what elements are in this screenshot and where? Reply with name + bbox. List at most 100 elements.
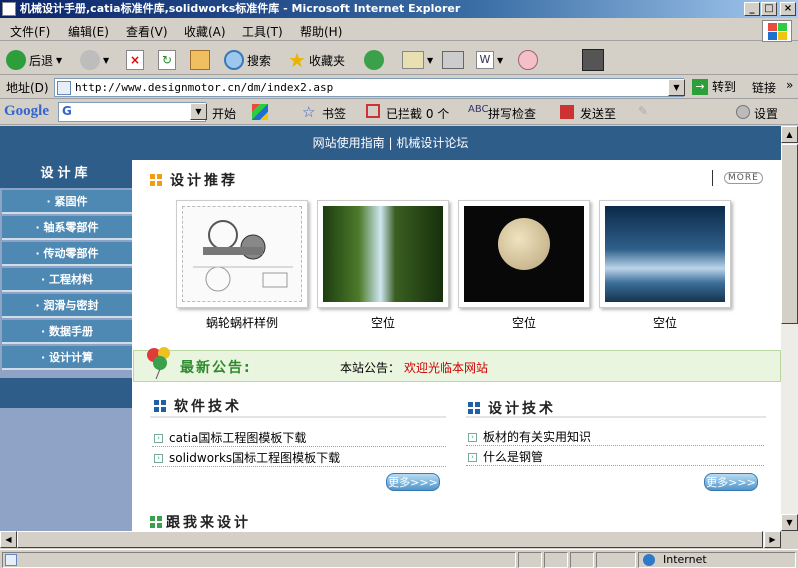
google-search-dropdown[interactable]: ▼	[190, 103, 207, 120]
horizontal-scrollbar[interactable]: ◀ ▶	[0, 531, 781, 548]
mail-button[interactable]: ▼	[402, 49, 433, 71]
caption-empty-2[interactable]: 空位	[458, 314, 590, 331]
software-link-catia[interactable]: › catia国标工程图模板下载	[154, 429, 306, 446]
address-dropdown-button[interactable]: ▼	[668, 79, 685, 96]
edit-button[interactable]: W ▼	[476, 49, 503, 71]
go-arrow-icon: →	[692, 78, 708, 95]
design-more-button[interactable]: 更多>>>	[704, 473, 758, 491]
close-button[interactable]: ×	[780, 2, 796, 16]
recommend-title: 设计推荐	[170, 173, 238, 189]
go-button[interactable]: → 转到	[692, 78, 736, 95]
scroll-right-button[interactable]: ▶	[764, 531, 781, 548]
send-icon	[560, 105, 574, 119]
divider	[466, 445, 764, 446]
top-nav[interactable]: 网站使用指南 | 机械设计论坛	[0, 126, 781, 160]
messenger-button[interactable]	[518, 49, 538, 71]
maximize-button[interactable]: □	[761, 2, 777, 16]
sidebar-item-data-manual[interactable]: · 数据手册	[2, 320, 132, 344]
forward-button[interactable]: ▼	[80, 49, 109, 71]
menu-help[interactable]: 帮助(H)	[300, 23, 342, 40]
gear-sketch-icon	[193, 220, 293, 292]
page-icon	[5, 554, 17, 566]
sidebar-item-lubrication[interactable]: · 润滑与密封	[2, 294, 132, 318]
scroll-left-button[interactable]: ◀	[0, 531, 17, 548]
scroll-corner	[781, 531, 798, 548]
status-bar: Internet	[0, 549, 798, 568]
thumb-waterfall[interactable]	[317, 200, 449, 308]
thumb-moon[interactable]	[458, 200, 590, 308]
standard-toolbar: 后退 ▼ ▼ × ↻ 搜索 ★ 收藏夹 ▼ W ▼	[0, 43, 798, 75]
extension-icon	[582, 49, 604, 71]
sidebar-item-calculation[interactable]: · 设计计算	[2, 346, 132, 370]
link-text: 什么是钢管	[483, 450, 544, 464]
vertical-scrollbar[interactable]: ▲ ▼	[781, 126, 798, 531]
chevron-down-icon: ▼	[103, 55, 110, 65]
search-label: 搜索	[247, 53, 272, 68]
follow-header: 跟我来设计	[150, 512, 251, 531]
caption-empty-3[interactable]: 空位	[599, 314, 731, 331]
sidebar-item-shaft-parts[interactable]: · 轴系零部件	[2, 216, 132, 240]
scroll-thumb[interactable]	[781, 144, 798, 324]
grid-icon	[154, 400, 166, 412]
arrow-icon: ›	[154, 434, 163, 443]
stop-button[interactable]: ×	[126, 49, 144, 71]
google-logo: Google	[4, 103, 49, 119]
print-button[interactable]	[442, 49, 464, 71]
sidebar-item-fasteners[interactable]: · 紧固件	[2, 190, 132, 214]
extension-button[interactable]	[582, 49, 604, 71]
software-link-solidworks[interactable]: › solidworks国标工程图模板下载	[154, 449, 340, 466]
home-icon	[190, 50, 210, 70]
sidebar-item-transmission-parts[interactable]: · 传动零部件	[2, 242, 132, 266]
hscroll-thumb[interactable]	[17, 531, 763, 548]
settings-button[interactable]: 设置	[754, 105, 778, 122]
minimize-button[interactable]: _	[744, 2, 760, 16]
google-search-input[interactable]: G	[58, 102, 206, 122]
chevron-down-icon: ▼	[427, 55, 434, 65]
menu-favorites[interactable]: 收藏(A)	[184, 23, 226, 40]
notice-text[interactable]: 欢迎光临本网站	[404, 359, 488, 376]
menu-file[interactable]: 文件(F)	[10, 23, 50, 40]
caption-worm-gear[interactable]: 蜗轮蜗杆样例	[176, 314, 308, 331]
bookmark-star-icon: ☆	[302, 103, 316, 121]
notice-title: 最新公告:	[180, 360, 252, 376]
back-button[interactable]: 后退 ▼	[6, 49, 62, 71]
software-more-button[interactable]: 更多>>>	[386, 473, 440, 491]
link-text: solidworks国标工程图模板下载	[169, 451, 341, 465]
scroll-up-button[interactable]: ▲	[781, 126, 798, 143]
search-button[interactable]: 搜索	[224, 49, 271, 71]
sidebar-item-materials[interactable]: · 工程材料	[2, 268, 132, 292]
bookmarks-button[interactable]: 书签	[322, 105, 346, 122]
favorites-button[interactable]: ★ 收藏夹	[288, 48, 345, 72]
send-to-button[interactable]: 发送至	[580, 105, 616, 122]
page-viewport: 网站使用指南 | 机械设计论坛 设计库 · 紧固件 · 轴系零部件 · 传动零部…	[0, 126, 781, 531]
menu-view[interactable]: 查看(V)	[126, 23, 168, 40]
menu-tools[interactable]: 工具(T)	[242, 23, 283, 40]
refresh-button[interactable]: ↻	[158, 49, 176, 71]
google-start-button[interactable]: 开始	[212, 105, 236, 122]
design-link-pipe[interactable]: › 什么是钢管	[468, 448, 543, 465]
pig-icon	[518, 50, 538, 70]
back-arrow-icon	[6, 50, 26, 70]
caption-empty-1[interactable]: 空位	[317, 314, 449, 331]
home-button[interactable]	[190, 49, 210, 71]
recommend-header: 设计推荐	[150, 170, 238, 190]
chevron-down-icon: ▼	[56, 55, 63, 65]
spellcheck-button[interactable]: 拼写检查	[488, 105, 536, 122]
grid-icon	[468, 402, 480, 414]
design-link-sheet[interactable]: › 板材的有关实用知识	[468, 428, 591, 445]
history-button[interactable]	[364, 49, 384, 71]
pencil-icon: ✎	[638, 104, 649, 118]
windows-icon[interactable]	[252, 104, 268, 120]
scroll-down-button[interactable]: ▼	[781, 514, 798, 531]
printer-icon	[442, 51, 464, 69]
more-button[interactable]: MORE	[724, 172, 763, 184]
popup-blocked-count[interactable]: 已拦截 0 个	[386, 105, 449, 122]
address-input[interactable]: http://www.designmotor.cn/dm/index2.asp	[54, 78, 684, 97]
menu-edit[interactable]: 编辑(E)	[68, 23, 109, 40]
thumb-worm-gear[interactable]	[176, 200, 308, 308]
follow-title: 跟我来设计	[166, 515, 251, 531]
divider	[466, 465, 764, 466]
links-button[interactable]: 链接	[752, 79, 776, 96]
thumb-night-lake[interactable]	[599, 200, 731, 308]
grid-icon	[150, 174, 162, 186]
